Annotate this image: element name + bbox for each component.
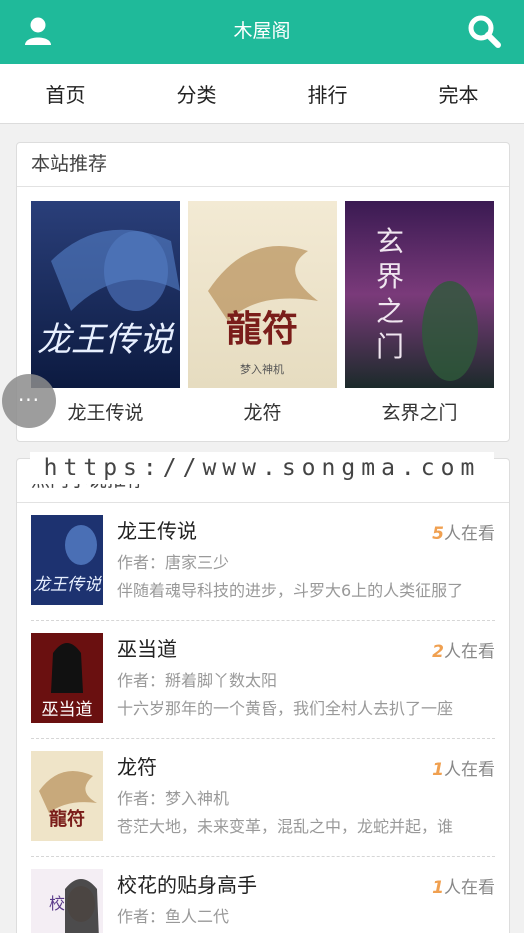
book-intro: 苍茫大地，未来变革，混乱之中，龙蛇并起，谁 (117, 817, 454, 836)
search-icon[interactable] (466, 13, 502, 49)
list-item[interactable]: 校 校花的贴身高手 1人在看 作者：鱼人二代 (31, 857, 495, 933)
list-item[interactable]: 龙王传说 龙王传说 5人在看 作者：唐家三少 伴随着魂导科技的进步，斗罗大6上的… (31, 503, 495, 621)
recommend-list: 龙王传说 龙王传说 龍符 梦入神机 龙符 玄 界 之 门 玄界之门 (17, 187, 509, 425)
book-cover[interactable]: 校 (31, 869, 103, 933)
nav-completed[interactable]: 完本 (393, 79, 524, 108)
book-intro: 伴随着魂导科技的进步，斗罗大6上的人类征服了 (117, 581, 464, 600)
book-cover[interactable]: 龙王传说 (31, 201, 180, 388)
recommend-item[interactable]: 玄 界 之 门 玄界之门 (345, 201, 494, 425)
list-item[interactable]: 龍符 龙符 1人在看 作者：梦入神机 苍茫大地，未来变革，混乱之中，龙蛇并起，谁 (31, 739, 495, 857)
nav-ranking[interactable]: 排行 (262, 79, 393, 108)
book-author: 作者：唐家三少 (117, 553, 230, 572)
main-nav: 首页 分类 排行 完本 (0, 64, 524, 124)
reading-count: 1人在看 (432, 878, 495, 898)
recommend-item[interactable]: 龍符 梦入神机 龙符 (188, 201, 337, 425)
nav-home[interactable]: 首页 (0, 79, 131, 108)
book-title[interactable]: 龙符 (117, 751, 157, 780)
svg-text:龍符: 龍符 (49, 808, 85, 830)
floating-menu-button[interactable]: ··· (2, 374, 56, 428)
top-bar: 木屋阁 (0, 0, 524, 64)
book-author: 作者：掰着脚丫数太阳 (117, 671, 278, 690)
svg-text:龍符: 龍符 (226, 308, 298, 350)
app-title: 木屋阁 (233, 20, 291, 42)
svg-text:门: 门 (376, 330, 404, 363)
book-cover[interactable]: 龍符 (31, 751, 103, 841)
hot-panel: 热门小说推荐 龙王传说 龙王传说 5人在看 作者：唐家三少 伴随着魂导科技的进步… (16, 458, 510, 933)
svg-text:界: 界 (376, 260, 404, 293)
recommend-book-name[interactable]: 玄界之门 (345, 398, 494, 425)
more-icon: ··· (17, 388, 41, 412)
svg-text:梦入神机: 梦入神机 (240, 362, 284, 376)
book-cover[interactable]: 玄 界 之 门 (345, 201, 494, 388)
book-author: 作者：梦入神机 (117, 789, 230, 808)
book-title[interactable]: 龙王传说 (117, 515, 197, 544)
list-item[interactable]: 巫当道 巫当道 2人在看 作者：掰着脚丫数太阳 十六岁那年的一个黄昏，我们全村人… (31, 621, 495, 739)
recommend-heading: 本站推荐 (17, 143, 509, 187)
svg-text:巫当道: 巫当道 (42, 700, 93, 720)
book-cover[interactable]: 龙王传说 (31, 515, 103, 605)
reading-count: 1人在看 (432, 760, 495, 780)
nav-category[interactable]: 分类 (131, 79, 262, 108)
recommend-book-name[interactable]: 龙符 (188, 398, 337, 425)
book-cover[interactable]: 龍符 梦入神机 (188, 201, 337, 388)
book-intro: 十六岁那年的一个黄昏，我们全村人去扒了一座 (117, 699, 454, 718)
svg-text:校: 校 (49, 894, 65, 913)
svg-text:之: 之 (376, 295, 404, 328)
reading-count: 5人在看 (432, 524, 495, 544)
book-cover[interactable]: 巫当道 (31, 633, 103, 723)
book-title[interactable]: 巫当道 (117, 633, 177, 662)
svg-text:玄: 玄 (376, 225, 404, 258)
reading-count: 2人在看 (432, 642, 495, 662)
watermark: https://www.songma.com (30, 452, 494, 484)
svg-text:龙王传说: 龙王传说 (33, 575, 102, 595)
svg-text:龙王传说: 龙王传说 (37, 320, 175, 360)
book-title[interactable]: 校花的贴身高手 (117, 869, 257, 898)
recommend-panel: 本站推荐 龙王传说 龙王传说 龍符 梦入神机 龙符 玄 界 之 门 玄界之门 (16, 142, 510, 442)
book-author: 作者：鱼人二代 (117, 907, 230, 926)
